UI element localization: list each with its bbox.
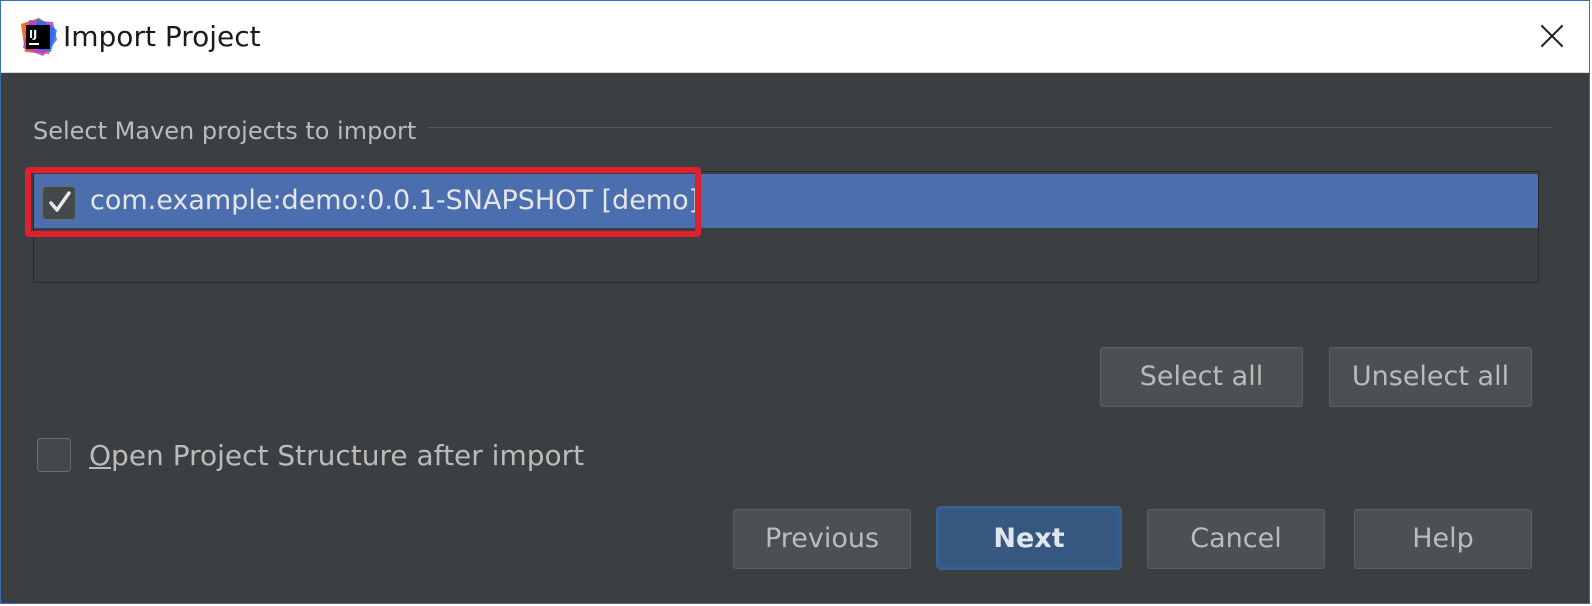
intellij-idea-icon: IJ <box>19 18 57 56</box>
close-icon[interactable] <box>1535 19 1569 53</box>
help-button[interactable]: Help <box>1354 509 1532 569</box>
open-structure-text: pen Project Structure after import <box>111 439 585 472</box>
maven-project-list[interactable]: com.example:demo:0.0.1-SNAPSHOT [demo] <box>33 171 1539 283</box>
project-label: com.example:demo:0.0.1-SNAPSHOT [demo] <box>90 185 700 216</box>
dialog-title: Import Project <box>63 20 261 53</box>
svg-text:IJ: IJ <box>29 28 37 41</box>
mnemonic-letter: O <box>89 439 112 472</box>
next-button[interactable]: Next <box>938 508 1120 568</box>
list-item[interactable]: com.example:demo:0.0.1-SNAPSHOT [demo] <box>34 174 1538 228</box>
select-all-button[interactable]: Select all <box>1100 347 1303 407</box>
checkmark-icon <box>49 191 71 212</box>
project-checkbox[interactable] <box>42 186 76 220</box>
cancel-button[interactable]: Cancel <box>1147 509 1325 569</box>
maven-projects-group-title: Select Maven projects to import <box>33 115 429 147</box>
unselect-all-button[interactable]: Unselect all <box>1329 347 1532 407</box>
previous-button[interactable]: Previous <box>733 509 911 569</box>
title-bar: IJ Import Project <box>1 1 1589 73</box>
import-project-dialog: IJ Import Project Select Maven projects … <box>0 0 1590 604</box>
open-structure-label: Open Project Structure after import <box>89 438 584 474</box>
open-structure-checkbox[interactable] <box>37 438 71 472</box>
